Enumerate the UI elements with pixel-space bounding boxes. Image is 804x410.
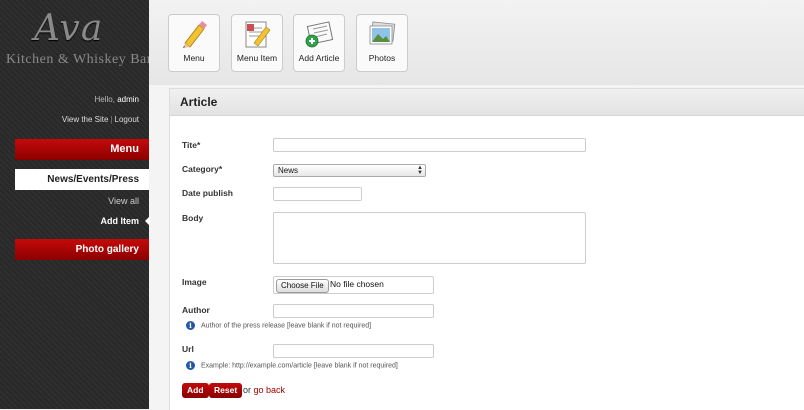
sidebar-item-menu[interactable]: Menu <box>15 139 149 160</box>
info-icon: i <box>186 361 195 370</box>
choose-file-button[interactable]: Choose File <box>276 279 329 293</box>
date-publish-input[interactable] <box>273 187 362 201</box>
category-label: Category* <box>182 164 223 174</box>
username: admin <box>117 95 139 104</box>
sidebar-item-news[interactable]: News/Events/Press <box>15 169 149 190</box>
active-indicator-arrow <box>145 216 150 226</box>
url-hint: i Example: http://example.com/article [le… <box>186 361 398 370</box>
sidebar-subitem-view-all[interactable]: View all <box>108 196 139 206</box>
photos-icon <box>357 15 407 53</box>
url-label: Url <box>182 344 194 354</box>
panel-title: Article <box>170 89 804 116</box>
toolbar: Menu Menu Item Add Article Photos <box>149 0 804 85</box>
author-label: Author <box>182 305 210 315</box>
site-links: View the Site | Logout <box>62 115 139 124</box>
brand-tagline: Kitchen & Whiskey Bar <box>6 52 152 67</box>
greeting: Hello, admin <box>95 95 139 104</box>
category-select[interactable]: News ▲ ▼ <box>273 164 426 177</box>
category-value: News <box>278 166 299 175</box>
url-hint-text: Example: http://example.com/article [lea… <box>201 362 398 370</box>
author-hint: i Author of the press release [leave blan… <box>186 321 371 330</box>
image-file-input[interactable]: Choose File No file chosen <box>273 276 434 294</box>
article-panel: Article Tite* Category* News ▲ ▼ Date pub… <box>169 88 804 410</box>
select-arrows-icon: ▲ ▼ <box>417 165 423 176</box>
sidebar-item-photo-gallery[interactable]: Photo gallery <box>15 239 149 260</box>
title-input[interactable] <box>273 138 586 152</box>
document-pencil-icon <box>232 15 282 53</box>
brand-logo: Ava <box>34 8 104 49</box>
toolbar-add-article-label: Add Article <box>298 53 340 63</box>
toolbar-photos-label: Photos <box>368 53 396 63</box>
title-label: Tite* <box>182 140 201 150</box>
go-back-link[interactable]: go back <box>254 385 286 395</box>
url-input[interactable] <box>273 344 434 358</box>
info-icon: i <box>186 321 195 330</box>
toolbar-menu-button[interactable]: Menu <box>168 14 220 72</box>
greeting-prefix: Hello, <box>94 95 115 104</box>
go-back-area: or go back <box>243 385 285 395</box>
or-text: or <box>243 385 252 395</box>
sidebar: Ava Kitchen & Whiskey Bar Hello, admin V… <box>0 0 152 409</box>
date-publish-label: Date publish <box>182 188 234 198</box>
body-textarea[interactable] <box>273 212 586 264</box>
file-status: No file chosen <box>330 279 384 289</box>
toolbar-menu-item-button[interactable]: Menu Item <box>231 14 283 72</box>
pencil-icon <box>169 15 219 53</box>
body-label: Body <box>182 213 204 223</box>
logout-link[interactable]: Logout <box>115 115 139 124</box>
sidebar-subitem-add-item[interactable]: Add Item <box>100 216 139 226</box>
add-article-icon <box>294 15 344 53</box>
add-button[interactable]: Add <box>182 383 209 398</box>
toolbar-menu-item-label: Menu Item <box>236 53 278 63</box>
reset-button[interactable]: Reset <box>209 383 243 398</box>
view-site-link[interactable]: View the Site <box>62 115 109 124</box>
toolbar-menu-label: Menu <box>183 53 205 63</box>
toolbar-photos-button[interactable]: Photos <box>356 14 408 72</box>
author-input[interactable] <box>273 304 434 318</box>
author-hint-text: Author of the press release [leave blank… <box>201 322 372 330</box>
image-label: Image <box>182 277 207 287</box>
link-separator: | <box>110 115 113 124</box>
toolbar-add-article-button[interactable]: Add Article <box>293 14 345 72</box>
